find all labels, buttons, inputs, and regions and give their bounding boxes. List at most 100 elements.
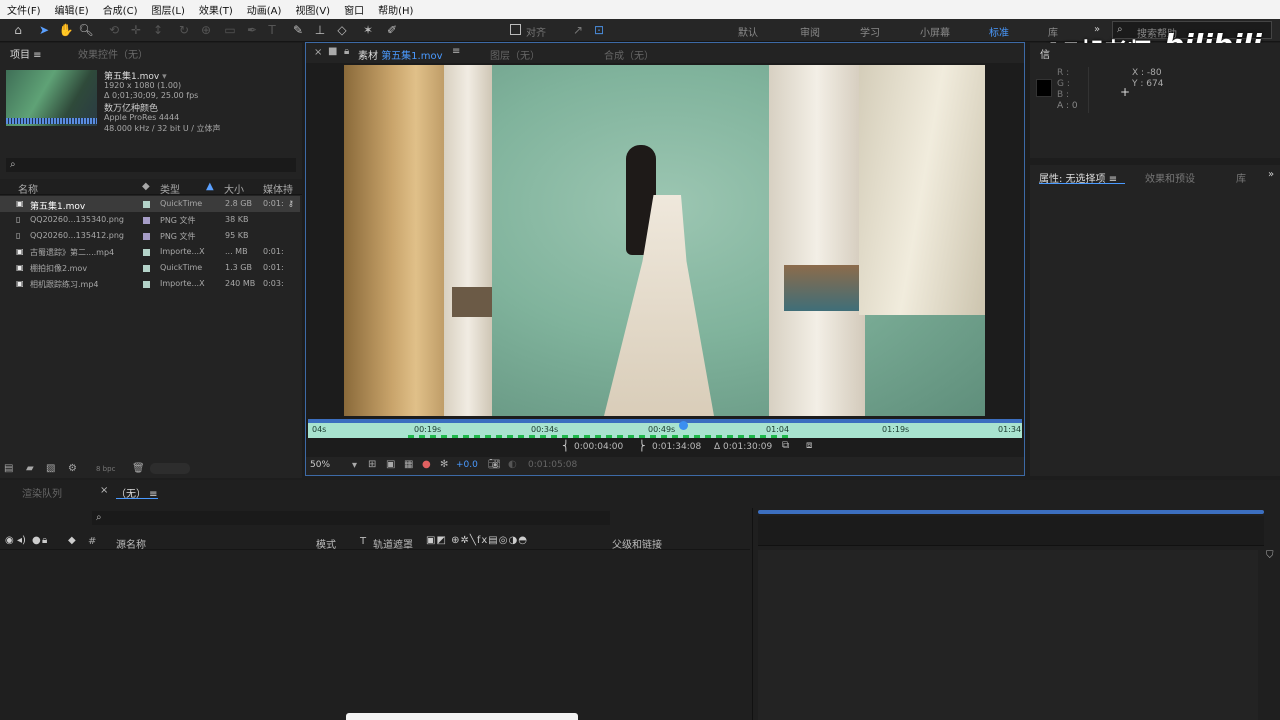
clone-stamp-icon[interactable]: ⊥	[312, 22, 328, 38]
thumbnail-slider[interactable]	[150, 463, 190, 474]
chevron-right-icon[interactable]: »	[1268, 169, 1274, 180]
workspace-small-screen[interactable]: 小屏幕	[920, 24, 950, 39]
project-row[interactable]: ▯ QQ20260...135340.png PNG 文件 38 KB	[0, 212, 300, 228]
snap-grid-icon[interactable]: ⊡	[591, 22, 607, 38]
info-tab[interactable]: 信	[1040, 46, 1050, 61]
project-row[interactable]: ▯ QQ20260...135412.png PNG 文件 95 KB	[0, 228, 300, 244]
interpret-footage-icon[interactable]: ▤	[4, 463, 13, 474]
brush-tool-icon[interactable]: ✎	[290, 22, 306, 38]
close-icon[interactable]: ×	[314, 47, 322, 58]
snap-icon[interactable]: ↗	[570, 22, 586, 38]
out-time[interactable]: 0:01:34:08	[652, 442, 701, 452]
trash-icon[interactable]: 🗑︎	[132, 463, 145, 474]
hand-tool-icon[interactable]: ✋	[58, 22, 74, 38]
timeline-search[interactable]: ⌕	[92, 511, 610, 525]
region-icon[interactable]: ▣	[386, 459, 395, 470]
effects-presets-tab[interactable]: 效果和预设	[1145, 170, 1195, 185]
column-parent-link[interactable]: 父级和链接	[612, 536, 662, 551]
solo-icon[interactable]: ●	[32, 535, 41, 546]
pen-tool-icon[interactable]: ✒	[244, 22, 260, 38]
menu-animation[interactable]: 动画(A)	[240, 2, 289, 17]
layer-tab[interactable]: 图层（无）	[490, 47, 540, 62]
column-size[interactable]: 大小	[224, 181, 244, 196]
close-icon[interactable]: ×	[100, 485, 108, 496]
time-ruler[interactable]: 04s 00:19s 00:34s 00:49s 01:04 01:19s 01…	[308, 423, 1022, 438]
zoom-tool-icon[interactable]: 🔍︎	[78, 22, 94, 38]
zoom-select[interactable]: 50%	[310, 460, 330, 470]
bpc-label[interactable]: 8 bpc	[96, 465, 115, 473]
overlay-edit-icon[interactable]: ⧈	[806, 440, 812, 451]
transparency-grid-icon[interactable]: ▦	[404, 459, 413, 470]
library-tab[interactable]: 库	[1236, 170, 1246, 185]
column-track-matte[interactable]: 轨道遮罩	[373, 536, 413, 551]
project-row[interactable]: ▣ 古蜀遗踪》第二....mp4 Importe...X ... MB 0:01…	[0, 244, 300, 260]
current-time[interactable]: 0:01:05:08	[528, 460, 577, 470]
roto-brush-icon[interactable]: ✶	[360, 22, 376, 38]
puppet-pin-icon[interactable]: ✐	[384, 22, 400, 38]
align-checkbox[interactable]	[510, 24, 521, 35]
chevron-down-icon[interactable]: ▾	[352, 460, 357, 471]
pan-tool-icon[interactable]: ✛	[128, 22, 144, 38]
in-point-icon[interactable]: ⎨	[562, 441, 570, 452]
menu-window[interactable]: 窗口	[337, 2, 371, 17]
project-row[interactable]: ▣ 棚拍扣像2.mov QuickTime 1.3 GB 0:01:	[0, 260, 300, 276]
render-queue-tab[interactable]: 渲染队列	[22, 485, 62, 500]
menu-view[interactable]: 视图(V)	[288, 2, 337, 17]
audio-icon[interactable]: ◂)	[17, 535, 26, 546]
column-source-name[interactable]: 源名称	[116, 536, 146, 551]
show-snapshot-icon[interactable]: ◐	[508, 459, 517, 470]
menu-help[interactable]: 帮助(H)	[371, 2, 420, 17]
menu-file[interactable]: 文件(F)	[0, 2, 48, 17]
menu-composition[interactable]: 合成(C)	[96, 2, 145, 17]
color-channels-icon[interactable]: ●	[422, 459, 431, 470]
workspace-standard[interactable]: 标准	[989, 24, 1009, 39]
project-row[interactable]: ▣ 第五集1.mov QuickTime 2.8 GB 0:01: ⚷	[0, 196, 300, 212]
snapshot-icon[interactable]: 📷︎	[488, 459, 501, 470]
column-mode[interactable]: 模式	[316, 536, 336, 551]
project-row[interactable]: ▣ 相机跟踪练习.mp4 Importe...X 240 MB 0:03:	[0, 276, 300, 292]
ripple-insert-icon[interactable]: ⧉	[782, 440, 789, 451]
footage-tab[interactable]: 素材 第五集1.mov	[358, 47, 443, 62]
properties-panel: 属性: 无选择项 ≡ 效果和预设 库 »	[1030, 165, 1280, 476]
project-search[interactable]: ⌕	[6, 158, 296, 172]
new-comp-icon[interactable]: ▧	[46, 463, 55, 474]
ruler-tick: 00:19s	[414, 425, 442, 434]
timeline-track-area[interactable]	[758, 550, 1258, 720]
home-icon[interactable]: ⌂	[10, 22, 26, 38]
exposure-value[interactable]: +0.0	[456, 460, 478, 470]
eye-icon[interactable]: ◉	[5, 535, 14, 546]
fit-icon[interactable]: ⊞	[368, 459, 376, 470]
in-time[interactable]: 0:00:04:00	[574, 442, 623, 452]
workspace-review[interactable]: 审阅	[800, 24, 820, 39]
menu-layer[interactable]: 图层(L)	[144, 2, 191, 17]
type-tool-icon[interactable]: T	[264, 22, 280, 38]
timeline-ruler[interactable]	[758, 516, 1264, 546]
label-icon: ◆	[68, 535, 76, 546]
lock-icon[interactable]: 🔒︎	[344, 46, 349, 57]
project-tab[interactable]: 项目 ≡	[10, 46, 42, 61]
comp-tab[interactable]: 合成（无）	[604, 47, 654, 62]
pan-behind-icon[interactable]: ⊕	[198, 22, 214, 38]
lock-icon[interactable]: 🔒︎	[42, 535, 47, 546]
panel-menu-icon[interactable]: ≡	[452, 46, 460, 57]
column-type[interactable]: 类型	[160, 181, 180, 196]
orbit-tool-icon[interactable]: ⟲	[106, 22, 122, 38]
eraser-tool-icon[interactable]: ◇	[334, 22, 350, 38]
menu-effect[interactable]: 效果(T)	[192, 2, 240, 17]
new-folder-icon[interactable]: ▰	[26, 463, 34, 474]
effects-controls-tab[interactable]: 效果控件（无）	[78, 46, 148, 61]
column-name[interactable]: 名称	[18, 181, 38, 196]
color-management-icon[interactable]: ✻	[440, 459, 448, 470]
rectangle-tool-icon[interactable]: ▭	[222, 22, 238, 38]
workspace-default[interactable]: 默认	[738, 24, 758, 39]
comp-marker-icon[interactable]: ⛉	[1266, 550, 1274, 561]
settings-icon[interactable]: ⚙	[68, 463, 77, 474]
selection-tool-icon[interactable]: ➤	[36, 22, 52, 38]
out-point-icon[interactable]: ⎬	[638, 441, 646, 452]
timeline-work-area[interactable]	[758, 510, 1264, 514]
menu-edit[interactable]: 编辑(E)	[48, 2, 96, 17]
dolly-tool-icon[interactable]: ↕	[150, 22, 166, 38]
rotate-tool-icon[interactable]: ↻	[176, 22, 192, 38]
workspace-learn[interactable]: 学习	[860, 24, 880, 39]
file-icon: ▯	[16, 215, 21, 224]
